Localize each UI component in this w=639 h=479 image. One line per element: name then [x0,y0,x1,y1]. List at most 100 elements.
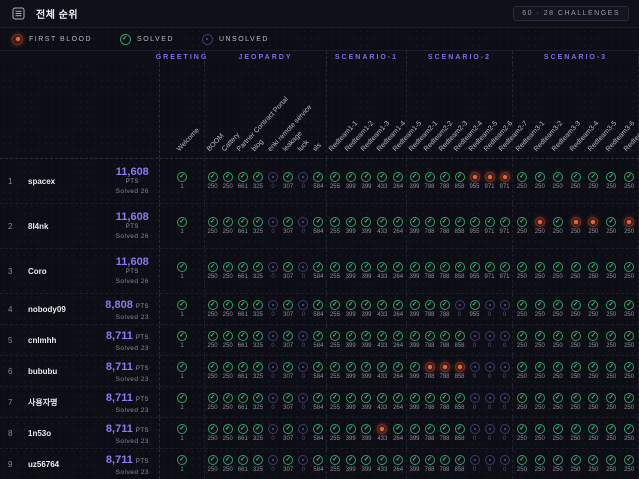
challenge-cell[interactable]: 325 [250,159,265,203]
challenge-cell[interactable]: 399 [343,249,359,293]
challenge-cell[interactable]: 250 [567,387,585,417]
challenge-cell[interactable]: 0 [467,325,482,355]
challenge-cell[interactable]: 0 [296,449,311,479]
challenge-cell[interactable]: 264 [390,159,406,203]
challenge-cell[interactable]: 325 [250,294,265,324]
challenge-cell[interactable]: 399 [407,204,422,248]
challenge-cell[interactable]: 264 [390,356,406,386]
challenge-cell[interactable]: 325 [250,418,265,448]
challenge-cell[interactable]: 250 [620,418,638,448]
challenge-cell[interactable]: 250 [549,418,567,448]
challenge-cell[interactable]: 250 [620,387,638,417]
challenge-cell[interactable]: 0 [296,249,311,293]
challenge-cell[interactable]: 250 [620,294,638,324]
challenge-cell[interactable]: 399 [407,249,422,293]
challenge-cell[interactable]: 307 [281,387,296,417]
challenge-cell[interactable]: 255 [327,159,343,203]
challenge-cell[interactable]: 250 [531,325,549,355]
challenge-cell[interactable]: 858 [452,449,467,479]
challenge-cell[interactable]: 955 [467,159,482,203]
challenge-cell[interactable]: 0 [266,418,281,448]
challenge-cell[interactable]: 250 [513,294,531,324]
challenge-cell[interactable]: 584 [311,204,326,248]
challenge-cell[interactable]: 858 [452,356,467,386]
challenge-cell[interactable]: 250 [220,249,235,293]
challenge-cell[interactable]: 0 [482,294,497,324]
challenge-cell[interactable]: 250 [513,159,531,203]
challenge-cell[interactable]: 661 [235,325,250,355]
challenge-cell[interactable]: 0 [296,325,311,355]
challenge-cell[interactable]: 250 [531,159,549,203]
team-row[interactable]: 6 bububu 8,711PTS Solved 23 125025066132… [0,356,639,387]
challenge-cell[interactable]: 0 [266,356,281,386]
challenge-cell[interactable]: 264 [390,449,406,479]
challenge-cell[interactable]: 250 [620,204,638,248]
challenge-cell[interactable]: 250 [531,356,549,386]
challenge-cell[interactable]: 399 [343,418,359,448]
challenge-cell[interactable]: 0 [482,356,497,386]
challenge-cell[interactable]: 250 [205,387,220,417]
challenge-cell[interactable]: 250 [584,418,602,448]
challenge-cell[interactable]: 250 [531,418,549,448]
challenge-cell[interactable]: 325 [250,449,265,479]
challenge-cell[interactable]: 399 [343,204,359,248]
challenge-cell[interactable]: 0 [266,159,281,203]
challenge-cell[interactable]: 250 [205,356,220,386]
challenge-cell[interactable]: 264 [390,418,406,448]
challenge-cell[interactable]: 250 [602,387,620,417]
challenge-cell[interactable]: 399 [359,204,375,248]
challenge-cell[interactable]: 0 [482,387,497,417]
challenge-cell[interactable]: 307 [281,356,296,386]
challenge-cell[interactable]: 399 [343,294,359,324]
challenge-cell[interactable]: 788 [422,418,437,448]
challenge-cell[interactable]: 584 [311,159,326,203]
challenge-cell[interactable]: 307 [281,294,296,324]
challenge-cell[interactable]: 399 [343,325,359,355]
challenge-cell[interactable]: 250 [205,325,220,355]
challenge-cell[interactable]: 788 [437,387,452,417]
challenge-cell[interactable]: 433 [374,249,390,293]
challenge-cell[interactable]: 399 [407,294,422,324]
challenge-cell[interactable]: 250 [549,159,567,203]
challenge-cell[interactable]: 971 [482,249,497,293]
challenge-cell[interactable]: 788 [437,159,452,203]
challenge-cell[interactable]: 858 [452,325,467,355]
challenge-cell[interactable]: 255 [327,249,343,293]
challenge-cell[interactable]: 584 [311,418,326,448]
challenge-cell[interactable]: 250 [584,294,602,324]
challenge-cell[interactable]: 661 [235,418,250,448]
challenge-cell[interactable]: 399 [359,249,375,293]
challenge-cell[interactable]: 399 [407,159,422,203]
challenge-cell[interactable]: 788 [422,325,437,355]
challenge-cell[interactable]: 399 [407,356,422,386]
challenge-cell[interactable]: 584 [311,249,326,293]
challenge-cell[interactable]: 399 [359,356,375,386]
challenge-cell[interactable]: 788 [437,356,452,386]
challenge-cell[interactable]: 250 [205,449,220,479]
challenge-cell[interactable]: 971 [497,249,512,293]
challenge-cell[interactable]: 1 [160,204,204,248]
challenge-cell[interactable]: 250 [205,159,220,203]
challenge-cell[interactable]: 325 [250,387,265,417]
challenge-cell[interactable]: 250 [567,249,585,293]
challenge-cell[interactable]: 788 [437,204,452,248]
challenge-cell[interactable]: 955 [467,249,482,293]
challenge-cell[interactable]: 250 [513,387,531,417]
team-row[interactable]: 4 nobody09 8,808PTS Solved 23 1250250661… [0,294,639,325]
challenge-cell[interactable]: 250 [584,249,602,293]
challenge-cell[interactable]: 250 [205,204,220,248]
challenge-cell[interactable]: 250 [513,204,531,248]
team-row[interactable]: 5 cnlmhh 8,711PTS Solved 23 125025066132… [0,325,639,356]
challenge-cell[interactable]: 0 [296,159,311,203]
challenge-cell[interactable]: 0 [497,418,512,448]
challenge-cell[interactable]: 0 [266,204,281,248]
challenge-cell[interactable]: 250 [220,204,235,248]
challenge-cell[interactable]: 0 [497,356,512,386]
challenge-cell[interactable]: 250 [620,249,638,293]
challenge-cell[interactable]: 0 [497,325,512,355]
challenge-cell[interactable]: 0 [266,294,281,324]
challenge-cell[interactable]: 255 [327,294,343,324]
challenge-cell[interactable]: 955 [467,294,482,324]
challenge-cell[interactable]: 971 [482,204,497,248]
challenge-cell[interactable]: 433 [374,449,390,479]
